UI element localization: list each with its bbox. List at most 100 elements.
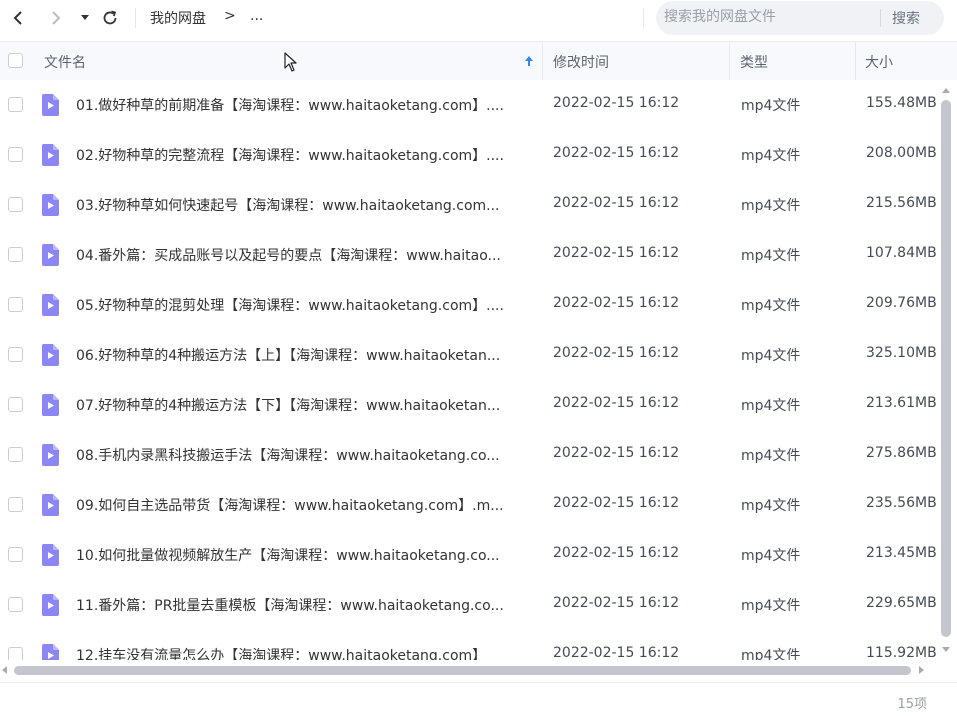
vertical-scroll-thumb[interactable] bbox=[941, 100, 951, 637]
file-modified-time: 2022-02-15 16:12 bbox=[553, 395, 680, 411]
file-size: 115.92MB bbox=[866, 645, 936, 660]
row-checkbox[interactable] bbox=[8, 147, 23, 162]
table-row[interactable]: 05.好物种草的混剪处理【海淘课程：www.haitaoketang.com】.… bbox=[0, 280, 937, 330]
file-type: mp4文件 bbox=[741, 248, 801, 264]
column-header-size[interactable]: 大小 bbox=[865, 52, 893, 72]
file-modified-time: 2022-02-15 16:12 bbox=[553, 595, 680, 611]
item-count: 15项 bbox=[897, 697, 927, 712]
file-name[interactable]: 10.如何批量做视频解放生产【海淘课程：www.haitaoketang.co.… bbox=[76, 545, 528, 565]
file-modified-time: 2022-02-15 16:12 bbox=[553, 445, 680, 461]
chevron-left-icon bbox=[13, 11, 22, 25]
breadcrumb-more[interactable]: ... bbox=[250, 8, 263, 24]
file-size: 235.56MB bbox=[866, 495, 936, 511]
breadcrumb-root[interactable]: 我的网盘 bbox=[150, 8, 206, 28]
row-checkbox[interactable] bbox=[8, 97, 23, 112]
scroll-down-arrow-icon[interactable] bbox=[941, 646, 951, 654]
status-bar: 15项 bbox=[0, 682, 957, 716]
select-all-checkbox[interactable] bbox=[8, 53, 23, 68]
scroll-up-arrow-icon[interactable] bbox=[941, 86, 951, 94]
file-modified-time: 2022-02-15 16:12 bbox=[553, 545, 680, 561]
row-checkbox[interactable] bbox=[8, 297, 23, 312]
caret-down-icon bbox=[81, 15, 89, 20]
row-checkbox[interactable] bbox=[8, 597, 23, 612]
video-file-icon bbox=[42, 194, 59, 216]
sort-up-arrow-icon[interactable] bbox=[524, 55, 534, 67]
table-row[interactable]: 10.如何批量做视频解放生产【海淘课程：www.haitaoketang.co.… bbox=[0, 530, 937, 580]
file-type: mp4文件 bbox=[741, 398, 801, 414]
file-name[interactable]: 03.好物种草如何快速起号【海淘课程：www.haitaoketang.com.… bbox=[76, 195, 528, 215]
video-file-icon bbox=[42, 394, 59, 416]
toolbar-divider bbox=[643, 9, 644, 27]
table-row[interactable]: 08.手机内录黑科技搬运手法【海淘课程：www.haitaoketang.co.… bbox=[0, 430, 937, 480]
video-file-icon bbox=[42, 144, 59, 166]
file-name[interactable]: 08.手机内录黑科技搬运手法【海淘课程：www.haitaoketang.co.… bbox=[76, 445, 528, 465]
mouse-cursor-icon bbox=[284, 52, 297, 72]
file-size: 215.56MB bbox=[866, 195, 936, 211]
horizontal-scroll-thumb[interactable] bbox=[14, 666, 911, 675]
file-name[interactable]: 09.如何自主选品带货【海淘课程：www.haitaoketang.com】.m… bbox=[76, 495, 528, 515]
row-checkbox[interactable] bbox=[8, 197, 23, 212]
horizontal-scrollbar[interactable] bbox=[0, 662, 937, 678]
video-file-icon bbox=[42, 244, 59, 266]
file-name[interactable]: 12.挂车没有流量怎么办【海淘课程：www.haitaoketang.com】 bbox=[76, 645, 528, 660]
table-row[interactable]: 12.挂车没有流量怎么办【海淘课程：www.haitaoketang.com】 2… bbox=[0, 630, 937, 660]
column-header-modified[interactable]: 修改时间 bbox=[553, 52, 609, 72]
file-size: 209.76MB bbox=[866, 295, 936, 311]
table-row[interactable]: 11.番外篇：PR批量去重模板【海淘课程：www.haitaoketang.co… bbox=[0, 580, 937, 630]
table-row[interactable]: 04.番外篇：买成品账号以及起号的要点【海淘课程：www.haitao... 20… bbox=[0, 230, 937, 280]
file-list: 01.做好种草的前期准备【海淘课程：www.haitaoketang.com】.… bbox=[0, 80, 937, 660]
search-button[interactable]: 搜索 bbox=[892, 8, 920, 28]
chevron-right-icon bbox=[52, 11, 61, 25]
file-name[interactable]: 06.好物种草的4种搬运方法【上】【海淘课程：www.haitaoketan..… bbox=[76, 345, 528, 365]
file-name[interactable]: 07.好物种草的4种搬运方法【下】【海淘课程：www.haitaoketan..… bbox=[76, 395, 528, 415]
file-name[interactable]: 11.番外篇：PR批量去重模板【海淘课程：www.haitaoketang.co… bbox=[76, 595, 528, 615]
back-button[interactable] bbox=[4, 4, 32, 32]
refresh-button[interactable] bbox=[96, 4, 124, 32]
vertical-scrollbar[interactable] bbox=[938, 84, 954, 662]
breadcrumb-separator: > bbox=[224, 8, 236, 24]
row-checkbox[interactable] bbox=[8, 347, 23, 362]
search-input[interactable] bbox=[662, 8, 876, 26]
column-divider[interactable] bbox=[855, 42, 856, 80]
file-name[interactable]: 04.番外篇：买成品账号以及起号的要点【海淘课程：www.haitao... bbox=[76, 245, 528, 265]
row-checkbox[interactable] bbox=[8, 247, 23, 262]
file-type: mp4文件 bbox=[741, 648, 801, 660]
video-file-icon bbox=[42, 94, 59, 116]
file-type: mp4文件 bbox=[741, 448, 801, 464]
file-type: mp4文件 bbox=[741, 498, 801, 514]
table-row[interactable]: 09.如何自主选品带货【海淘课程：www.haitaoketang.com】.m… bbox=[0, 480, 937, 530]
refresh-icon bbox=[103, 10, 117, 25]
file-size: 275.86MB bbox=[866, 445, 936, 461]
file-name[interactable]: 05.好物种草的混剪处理【海淘课程：www.haitaoketang.com】.… bbox=[76, 295, 528, 315]
file-name[interactable]: 02.好物种草的完整流程【海淘课程：www.haitaoketang.com】.… bbox=[76, 145, 528, 165]
file-modified-time: 2022-02-15 16:12 bbox=[553, 645, 680, 660]
row-checkbox[interactable] bbox=[8, 647, 23, 660]
column-divider[interactable] bbox=[729, 42, 730, 80]
toolbar-divider bbox=[135, 8, 136, 28]
video-file-icon bbox=[42, 494, 59, 516]
table-row[interactable]: 03.好物种草如何快速起号【海淘课程：www.haitaoketang.com.… bbox=[0, 180, 937, 230]
forward-button[interactable] bbox=[42, 4, 70, 32]
file-size: 213.61MB bbox=[866, 395, 936, 411]
row-checkbox[interactable] bbox=[8, 447, 23, 462]
column-header-name[interactable]: 文件名 bbox=[44, 52, 86, 72]
video-file-icon bbox=[42, 344, 59, 366]
file-type: mp4文件 bbox=[741, 98, 801, 114]
row-checkbox[interactable] bbox=[8, 547, 23, 562]
history-dropdown-button[interactable] bbox=[72, 4, 98, 32]
column-divider[interactable] bbox=[542, 42, 543, 80]
column-header-type[interactable]: 类型 bbox=[740, 52, 768, 72]
file-size: 107.84MB bbox=[866, 245, 936, 261]
table-row[interactable]: 06.好物种草的4种搬运方法【上】【海淘课程：www.haitaoketan..… bbox=[0, 330, 937, 380]
table-row[interactable]: 01.做好种草的前期准备【海淘课程：www.haitaoketang.com】.… bbox=[0, 80, 937, 130]
scroll-left-arrow-icon[interactable] bbox=[0, 665, 8, 675]
video-file-icon bbox=[42, 444, 59, 466]
row-checkbox[interactable] bbox=[8, 497, 23, 512]
row-checkbox[interactable] bbox=[8, 397, 23, 412]
table-row[interactable]: 07.好物种草的4种搬运方法【下】【海淘课程：www.haitaoketan..… bbox=[0, 380, 937, 430]
file-name[interactable]: 01.做好种草的前期准备【海淘课程：www.haitaoketang.com】.… bbox=[76, 95, 528, 115]
scroll-right-arrow-icon[interactable] bbox=[918, 665, 926, 675]
video-file-icon bbox=[42, 594, 59, 616]
table-row[interactable]: 02.好物种草的完整流程【海淘课程：www.haitaoketang.com】.… bbox=[0, 130, 937, 180]
table-header: 文件名 修改时间 类型 大小 bbox=[0, 41, 957, 80]
